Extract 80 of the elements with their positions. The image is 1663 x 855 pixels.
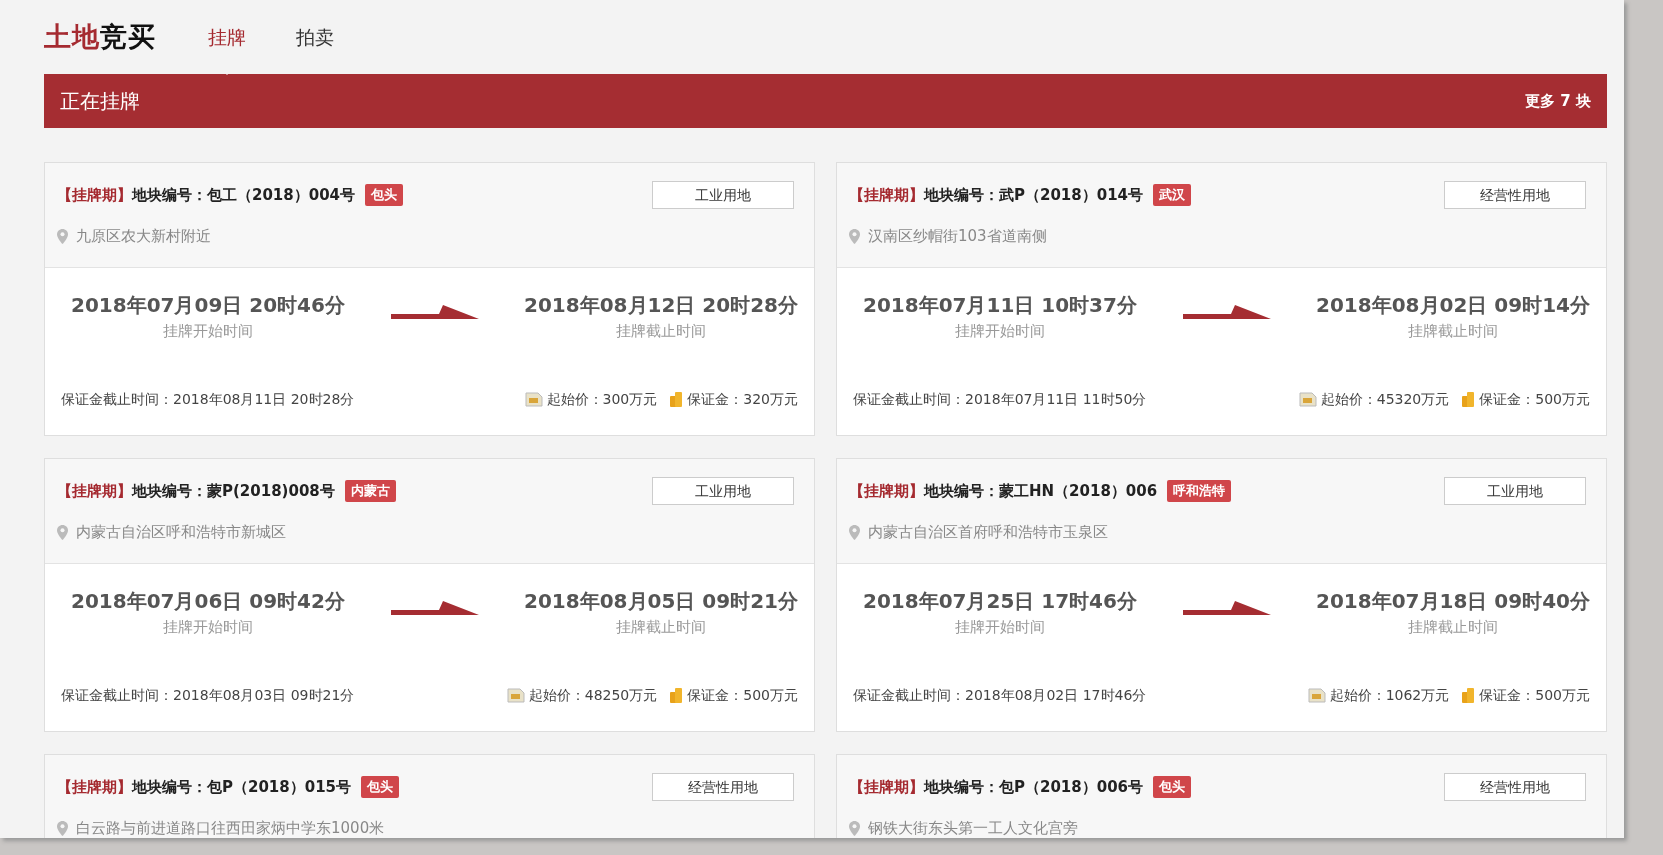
address-text: 内蒙古自治区呼和浩特市新城区 [76, 522, 286, 543]
city-tag: 内蒙古 [344, 480, 396, 502]
land-use-label: 工业用地 [1444, 477, 1586, 505]
deposit-deadline: 保证金截止时间：2018年08月11日 20时28分 [61, 389, 355, 409]
logo-text: 土地 [44, 19, 100, 54]
city-tag: 包头 [1153, 776, 1192, 798]
city-tag: 包头 [365, 184, 404, 206]
deposit-amount: 保证金：500万元 [1479, 389, 1590, 409]
price-tag-icon [524, 391, 543, 407]
land-use-label: 经营性用地 [652, 773, 794, 801]
price-tag-icon [1298, 391, 1317, 407]
deposit-deadline: 保证金截止时间：2018年07月11日 11时50分 [853, 389, 1147, 409]
arrow-icon [390, 600, 479, 616]
start-time: 2018年07月11日 10时37分 [863, 292, 1137, 319]
deposit-deadline: 保证金截止时间：2018年08月02日 17时46分 [853, 685, 1147, 705]
arrow-icon [1182, 600, 1271, 616]
price-tag-icon [1307, 687, 1326, 703]
start-time-label: 挂牌开始时间 [954, 321, 1046, 342]
location-pin-icon [849, 524, 860, 540]
arrow-icon [1182, 304, 1271, 320]
start-time: 2018年07月25日 17时46分 [863, 588, 1137, 615]
start-time: 2018年07月06日 09时42分 [71, 588, 345, 615]
start-price: 起始价：1062万元 [1329, 685, 1450, 705]
location-pin-icon [57, 524, 68, 540]
end-time-label: 挂牌截止时间 [1407, 617, 1499, 638]
start-time-label: 挂牌开始时间 [162, 617, 254, 638]
location-pin-icon [849, 228, 860, 244]
end-time: 2018年08月12日 20时28分 [524, 292, 798, 319]
address-text: 白云路与前进道路口往西田家炳中学东1000米 [76, 818, 385, 838]
coin-stack-icon [1461, 390, 1476, 408]
parcel-number: 地块编号：蒙工HN（2018）006 [924, 480, 1158, 502]
price-tag-icon [506, 687, 525, 703]
parcel-number: 地块编号：包工（2018）004号 [132, 184, 356, 206]
coin-stack-icon [1461, 686, 1476, 704]
status-label: 【挂牌期】 [57, 776, 132, 798]
start-price: 起始价：48250万元 [528, 685, 658, 705]
land-use-label: 经营性用地 [1444, 181, 1586, 209]
parcel-number: 地块编号：武P（2018）014号 [924, 184, 1144, 206]
nav-tab[interactable]: 挂牌 [208, 22, 246, 52]
start-time: 2018年07月09日 20时46分 [71, 292, 345, 319]
deposit-amount: 保证金：320万元 [687, 389, 798, 409]
start-price: 起始价：45320万元 [1320, 389, 1450, 409]
end-time-label: 挂牌截止时间 [1407, 321, 1499, 342]
land-use-label: 工业用地 [652, 181, 794, 209]
end-time: 2018年08月05日 09时21分 [524, 588, 798, 615]
location-pin-icon [57, 228, 68, 244]
address-text: 九原区农大新村附近 [76, 226, 211, 247]
parcel-number: 地块编号：包P（2018）015号 [132, 776, 352, 798]
land-use-label: 经营性用地 [1444, 773, 1586, 801]
coin-stack-icon [669, 390, 684, 408]
end-time-label: 挂牌截止时间 [615, 321, 707, 342]
coin-stack-icon [669, 686, 684, 704]
end-time: 2018年08月02日 09时14分 [1316, 292, 1590, 319]
parcel-number: 地块编号：包P（2018）006号 [924, 776, 1144, 798]
end-time-label: 挂牌截止时间 [615, 617, 707, 638]
nav-tab[interactable]: 拍卖 [296, 22, 334, 52]
start-price: 起始价：300万元 [546, 389, 658, 409]
city-tag: 包头 [361, 776, 400, 798]
logo-text: 竞买 [100, 19, 156, 54]
deposit-amount: 保证金：500万元 [1479, 685, 1590, 705]
end-time: 2018年07月18日 09时40分 [1316, 588, 1590, 615]
address-text: 内蒙古自治区首府呼和浩特市玉泉区 [868, 522, 1108, 543]
status-label: 【挂牌期】 [849, 480, 924, 502]
deposit-amount: 保证金：500万元 [687, 685, 798, 705]
city-tag: 呼和浩特 [1167, 480, 1232, 502]
address-text: 钢铁大街东头第一工人文化宫旁 [868, 818, 1078, 838]
status-label: 【挂牌期】 [57, 184, 132, 206]
city-tag: 武汉 [1153, 184, 1192, 206]
start-time-label: 挂牌开始时间 [954, 617, 1046, 638]
status-label: 【挂牌期】 [57, 480, 132, 502]
status-label: 【挂牌期】 [849, 184, 924, 206]
status-label: 【挂牌期】 [849, 776, 924, 798]
deposit-deadline: 保证金截止时间：2018年08月03日 09时21分 [61, 685, 355, 705]
more-link[interactable]: 更多 7 块 [1525, 89, 1591, 113]
address-text: 汉南区纱帽街103省道南侧 [868, 226, 1047, 247]
start-time-label: 挂牌开始时间 [162, 321, 254, 342]
land-use-label: 工业用地 [652, 477, 794, 505]
arrow-icon [390, 304, 479, 320]
parcel-number: 地块编号：蒙P(2018)008号 [132, 480, 335, 502]
banner-title: 正在挂牌 [60, 88, 140, 115]
